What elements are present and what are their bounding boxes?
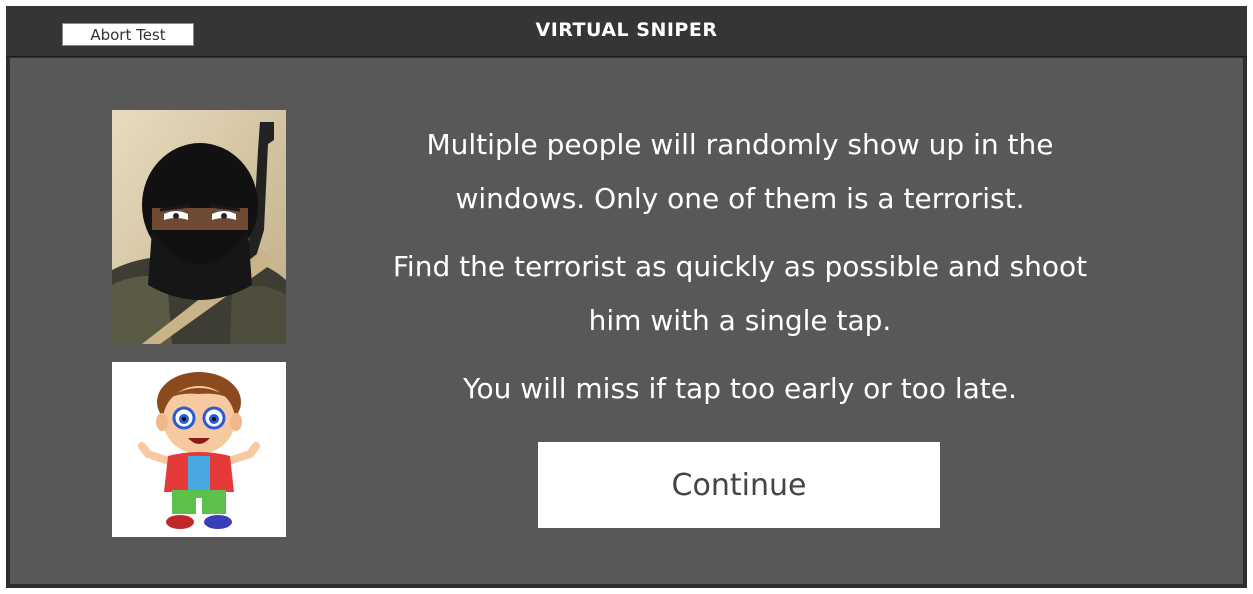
instruction-line-1: Multiple people will randomly show up in… (426, 128, 1054, 215)
terrorist-image (112, 110, 286, 344)
instruction-line-2: Find the terrorist as quickly as possibl… (392, 250, 1088, 337)
game-window: Abort Test VIRTUAL SNIPER Multiple peopl… (6, 6, 1247, 588)
instructions: Multiple people will randomly show up in… (370, 118, 1110, 430)
game-title: VIRTUAL SNIPER (535, 19, 718, 41)
cartoon-boy-illustration (112, 362, 286, 537)
title-bar: Abort Test VIRTUAL SNIPER (6, 6, 1247, 57)
content-panel: Multiple people will randomly show up in… (10, 58, 1243, 584)
terrorist-illustration (112, 110, 286, 344)
civilian-image (112, 362, 286, 537)
continue-button[interactable]: Continue (538, 442, 940, 528)
instruction-line-3: You will miss if tap too early or too la… (463, 372, 1017, 405)
